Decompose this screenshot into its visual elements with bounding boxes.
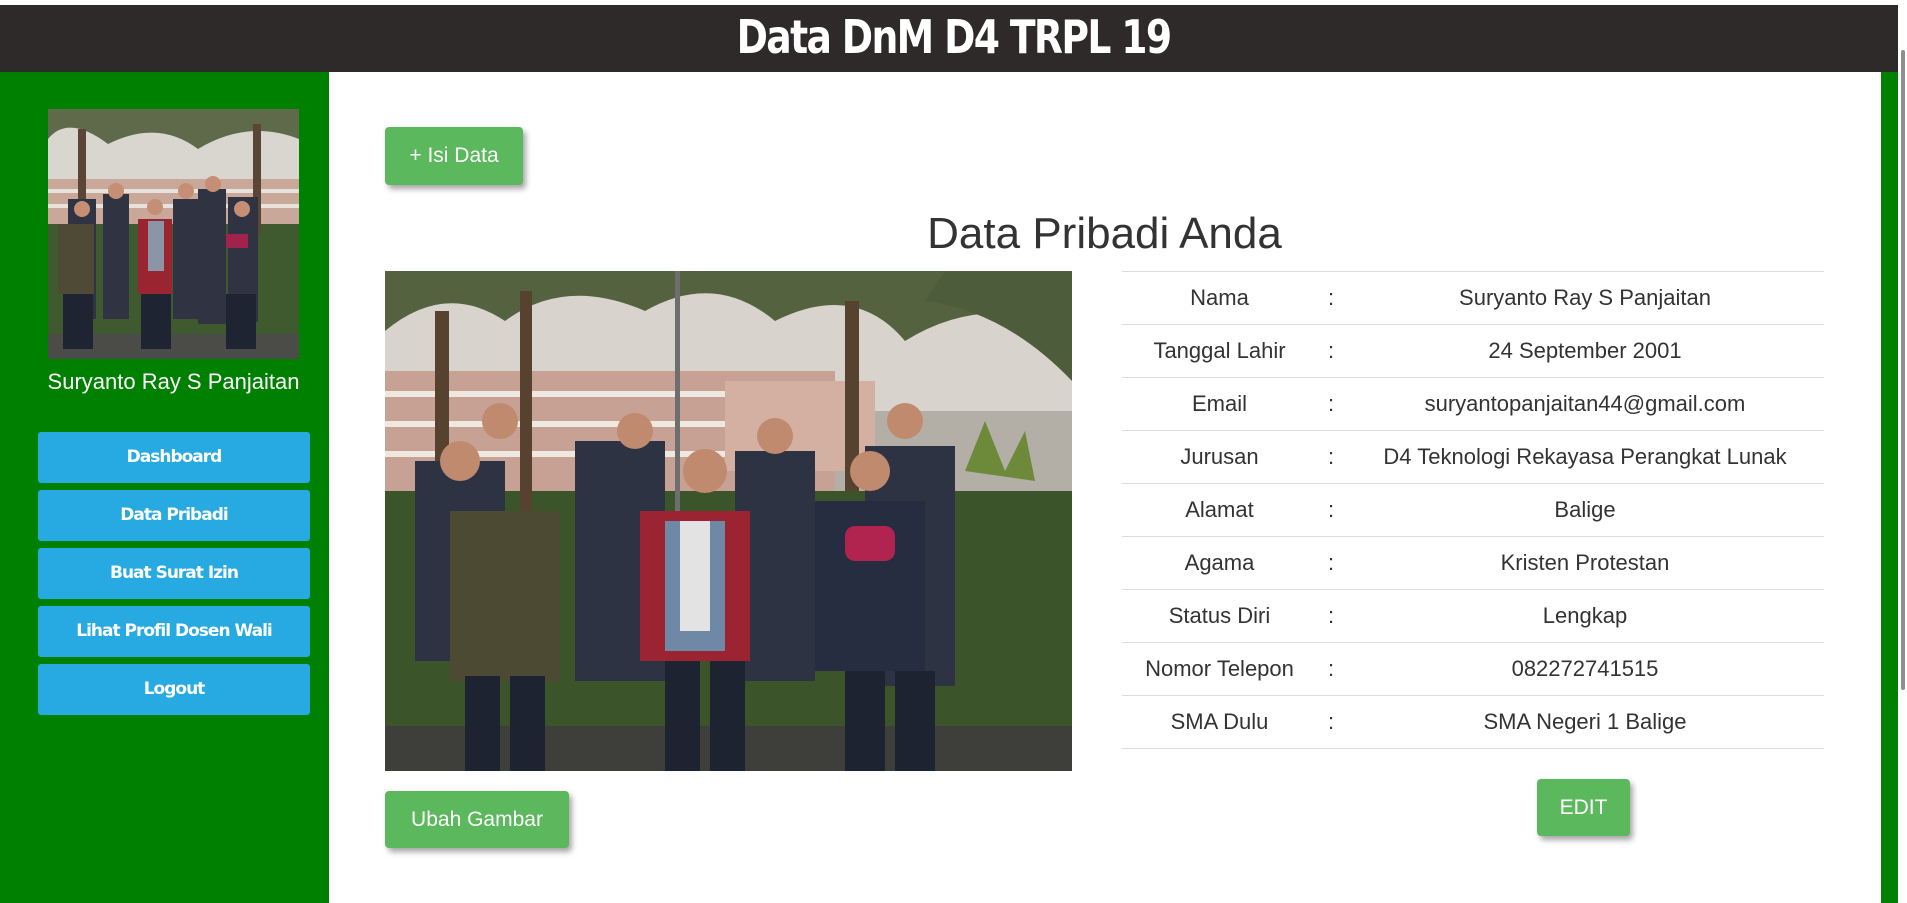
table-row: Agama : Kristen Protestan	[1122, 537, 1824, 590]
field-value: Lengkap	[1542, 603, 1628, 628]
field-label: Jurusan	[1180, 444, 1259, 469]
field-separator: :	[1327, 709, 1335, 734]
field-value: SMA Negeri 1 Balige	[1483, 709, 1687, 734]
field-value: D4 Teknologi Rekayasa Perangkat Lunak	[1383, 444, 1787, 469]
field-value: Kristen Protestan	[1500, 550, 1670, 575]
field-value: Suryanto Ray S Panjaitan	[1459, 285, 1711, 310]
sidebar: Suryanto Ray S Panjaitan Dashboard Data …	[0, 72, 329, 903]
field-label: Agama	[1184, 550, 1255, 575]
field-label: Nama	[1190, 285, 1249, 310]
menu-logout-button[interactable]: Logout	[38, 664, 310, 715]
table-row: Tanggal Lahir : 24 September 2001	[1122, 325, 1824, 378]
field-separator: :	[1327, 338, 1335, 363]
menu-buat-surat-izin-button[interactable]: Buat Surat Izin	[38, 548, 310, 599]
menu-lihat-profil-dosen-wali-button[interactable]: Lihat Profil Dosen Wali	[38, 606, 310, 657]
field-separator: :	[1327, 656, 1335, 681]
table-row: Status Diri : Lengkap	[1122, 590, 1824, 643]
sidebar-menu: Dashboard Data Pribadi Buat Surat Izin L…	[38, 432, 310, 722]
table-row: Nama : Suryanto Ray S Panjaitan	[1122, 272, 1824, 325]
personal-data-table: Nama : Suryanto Ray S Panjaitan Tanggal …	[1122, 271, 1824, 749]
field-separator: :	[1327, 285, 1335, 310]
field-separator: :	[1327, 550, 1335, 575]
field-separator: :	[1327, 444, 1335, 469]
field-separator: :	[1327, 603, 1335, 628]
field-label: Nomor Telepon	[1145, 656, 1294, 681]
field-label: Alamat	[1185, 497, 1254, 522]
vertical-scrollbar[interactable]	[1898, 5, 1907, 903]
field-label: Tanggal Lahir	[1153, 338, 1286, 363]
ubah-gambar-button[interactable]: Ubah Gambar	[385, 791, 569, 848]
table-row: Jurusan : D4 Teknologi Rekayasa Perangka…	[1122, 431, 1824, 484]
field-label: Email	[1191, 391, 1247, 416]
isi-data-button[interactable]: + Isi Data	[385, 127, 523, 185]
page-header: Data DnM D4 TRPL 19	[0, 5, 1907, 72]
field-label: Status Diri	[1168, 603, 1271, 628]
site-title: Data DnM D4 TRPL 19	[736, 10, 1172, 64]
right-green-border	[1881, 72, 1898, 903]
field-label: SMA Dulu	[1170, 709, 1269, 734]
field-separator: :	[1327, 391, 1335, 416]
table-row: SMA Dulu : SMA Negeri 1 Balige	[1122, 696, 1824, 749]
sidebar-user-name: Suryanto Ray S Panjaitan	[47, 369, 300, 394]
field-value: suryantopanjaitan44@gmail.com	[1424, 391, 1746, 416]
page-title: Data Pribadi Anda	[927, 209, 1282, 258]
profile-photo-thumbnail	[48, 109, 299, 359]
field-value: 082272741515	[1511, 656, 1659, 681]
table-row: Nomor Telepon : 082272741515	[1122, 643, 1824, 696]
field-value: Balige	[1554, 497, 1616, 522]
field-separator: :	[1327, 497, 1335, 522]
field-value: 24 September 2001	[1488, 338, 1682, 363]
scrollbar-thumb[interactable]	[1901, 50, 1905, 690]
edit-button[interactable]: EDIT	[1537, 779, 1630, 836]
table-row: Email : suryantopanjaitan44@gmail.com	[1122, 378, 1824, 431]
menu-dashboard-button[interactable]: Dashboard	[38, 432, 310, 483]
menu-data-pribadi-button[interactable]: Data Pribadi	[38, 490, 310, 541]
profile-photo	[385, 271, 1072, 771]
table-row: Alamat : Balige	[1122, 484, 1824, 537]
